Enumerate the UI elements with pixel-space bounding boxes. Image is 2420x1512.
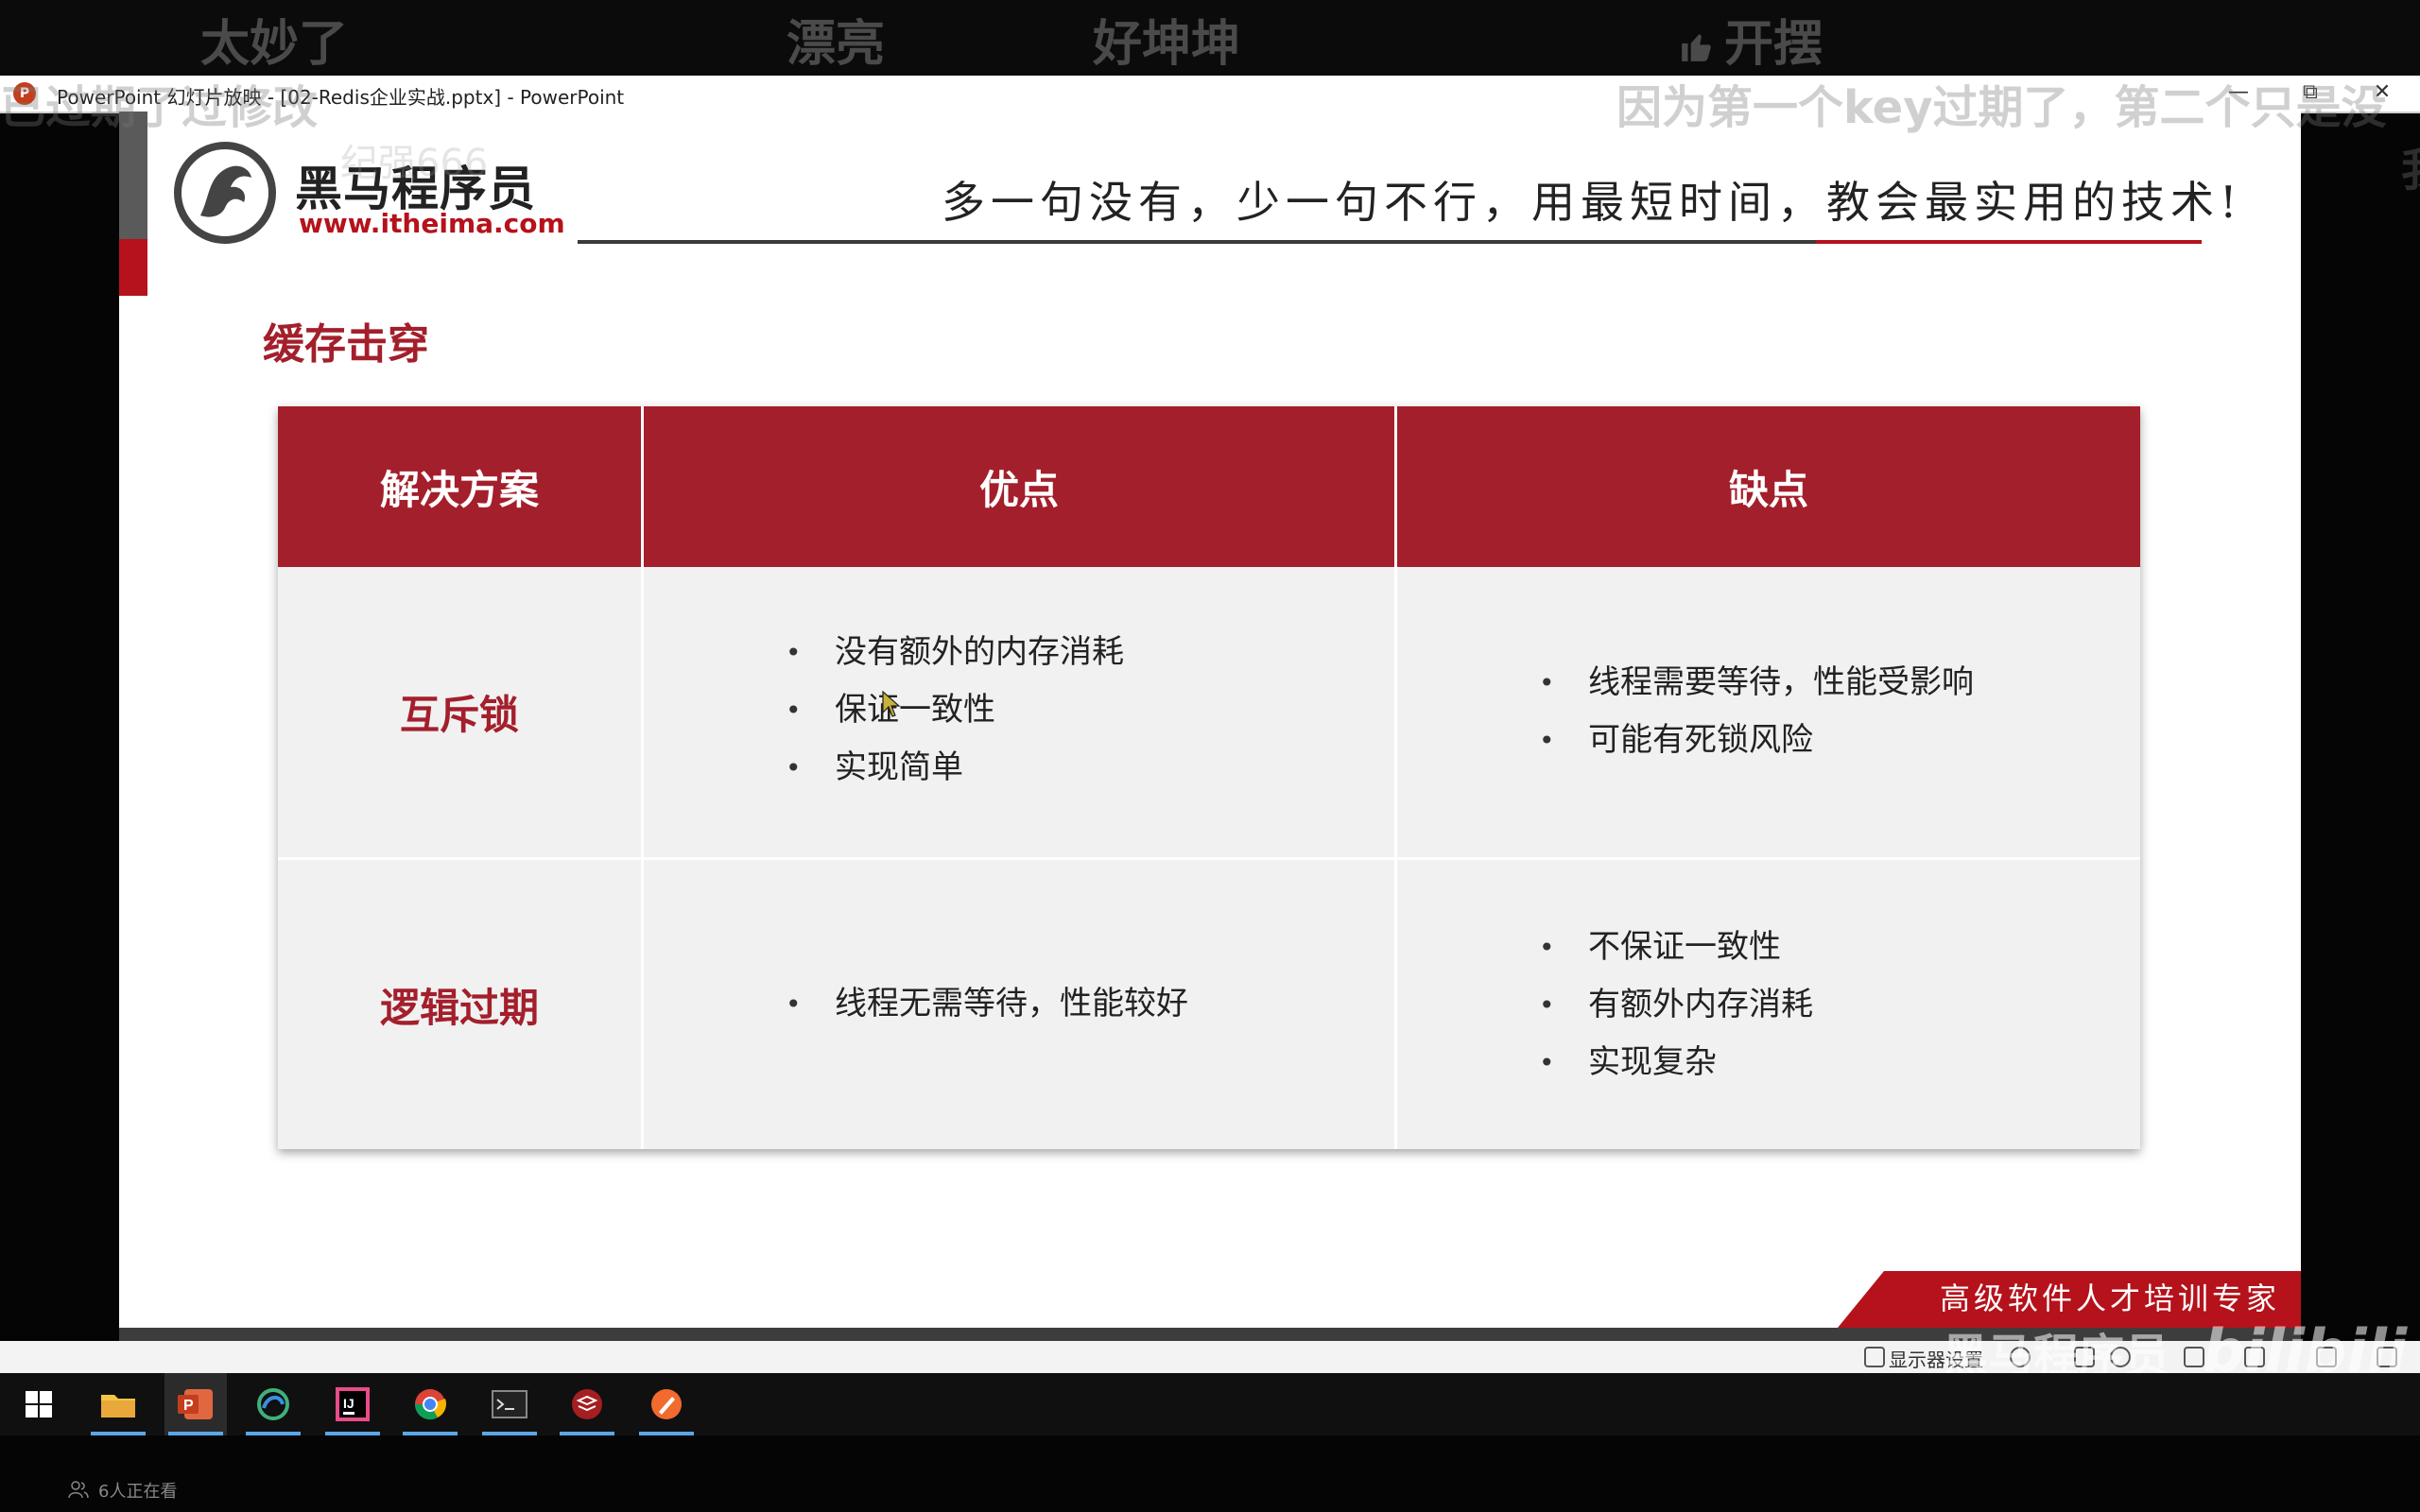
slide-sorter-icon[interactable] [2184,1347,2204,1367]
taskbar: P IJ [0,1373,2420,1435]
list-item: 有额外内存消耗 [1539,976,1813,1034]
slide-accent-strip-red [119,239,147,296]
redis-icon[interactable] [556,1373,618,1435]
danmaku-text: 好坤坤 [1093,16,1241,73]
thumbs-up-icon [1682,34,1711,61]
pros-list: 线程无需等待，性能较好 [786,975,1188,1033]
list-item: 没有额外的内存消耗 [786,624,1124,681]
table-cell-cons: 不保证一致性 有额外内存消耗 实现复杂 [1397,860,2140,1149]
app-icon[interactable] [635,1373,698,1435]
intellij-icon[interactable]: IJ [321,1373,384,1435]
list-item: 线程无需等待，性能较好 [786,975,1188,1033]
overlay-danmaku: 已过期了过修改 [0,81,319,134]
svg-text:P: P [183,1398,194,1414]
ribbon-text: 高级软件人才培训专家 [1939,1280,2280,1316]
slide: 黑马程序员 www.itheima.com 纪强666 多一句没有，少一句不行，… [119,112,2301,1328]
danmaku-text: 太妙了 [200,16,349,73]
powerpoint-icon[interactable]: P [164,1373,227,1435]
player-bottom-band [0,1435,2420,1512]
svg-text:IJ: IJ [343,1396,354,1411]
browser-icon[interactable] [242,1373,304,1435]
viewers-icon [68,1481,89,1499]
list-item: 线程需要等待，性能受影响 [1539,654,1974,712]
comparison-table: 解决方案 优点 缺点 互斥锁 没有额外的内存消耗 保证一致性 实现简单 线程需要… [278,406,2140,1149]
danmaku-text: 漂亮 [786,16,886,73]
list-item: 保证一致性 [786,681,1124,739]
overlay-danmaku: 我 [2401,132,2420,198]
overlay-danmaku: 因为第一个key过期了，第二个只是没 [1616,81,2387,134]
table-header: 优点 [644,406,1397,567]
danmaku-text: 开摆 [1724,16,1824,73]
terminal-icon[interactable] [478,1373,541,1435]
viewer-count: 6人正在看 [98,1482,178,1502]
logo-url: www.itheima.com [299,208,565,239]
list-item: 实现简单 [786,739,1124,797]
slogan: 多一句没有，少一句不行，用最短时间，教会最实用的技术! [942,177,2243,228]
display-settings-icon[interactable] [1864,1347,1885,1367]
mouse-cursor-icon [882,690,901,717]
table-row-label: 逻辑过期 [278,860,644,1149]
list-item: 不保证一致性 [1539,919,1813,976]
windows-start-icon[interactable] [8,1373,70,1435]
danmaku-band: 太妙了 漂亮 好坤坤 开摆 [0,0,2420,76]
file-explorer-icon[interactable] [87,1373,149,1435]
cons-list: 线程需要等待，性能受影响 可能有死锁风险 [1539,654,1974,769]
table-cell-pros: 没有额外的内存消耗 保证一致性 实现简单 [644,567,1397,860]
table-header: 缺点 [1397,406,2140,567]
chrome-icon[interactable] [399,1373,461,1435]
slide-title: 缓存击穿 [263,320,429,369]
header-divider-accent [1816,240,2202,244]
table-cell-cons: 线程需要等待，性能受影响 可能有死锁风险 [1397,567,2140,860]
list-item: 实现复杂 [1539,1034,1813,1091]
pros-list: 没有额外的内存消耗 保证一致性 实现简单 [786,624,1124,797]
table-row-label: 互斥锁 [278,567,644,860]
ghost-watermark: 纪强666 [340,142,489,185]
cons-list: 不保证一致性 有额外内存消耗 实现复杂 [1539,919,1813,1091]
list-item: 可能有死锁风险 [1539,712,1974,769]
danmaku-with-thumb: 开摆 [1679,4,1823,75]
table-cell-pros: 线程无需等待，性能较好 [644,860,1397,1149]
itheima-horse-logo-icon [174,142,276,244]
table-header: 解决方案 [278,406,644,567]
